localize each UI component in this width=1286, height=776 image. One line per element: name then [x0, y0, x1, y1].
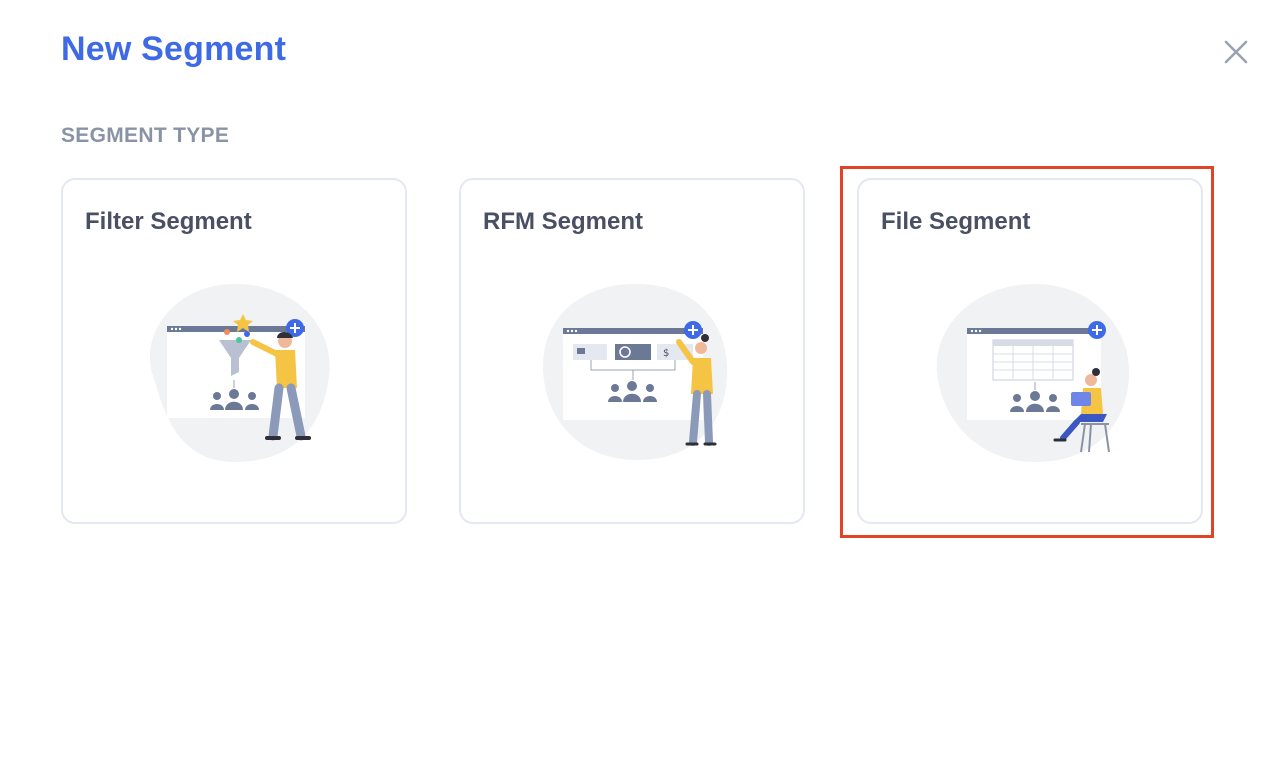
rfm-segment-illustration: $: [533, 276, 733, 466]
file-segment-card[interactable]: File Segment: [857, 178, 1203, 524]
file-segment-illustration: [931, 276, 1131, 466]
svg-text:$: $: [663, 348, 669, 359]
filter-segment-illustration: [135, 276, 335, 466]
filter-segment-card[interactable]: Filter Segment: [61, 178, 407, 524]
file-segment-title: File Segment: [881, 208, 1031, 235]
segment-type-label: SEGMENT TYPE: [61, 124, 230, 147]
filter-segment-title: Filter Segment: [85, 208, 252, 235]
rfm-segment-title: RFM Segment: [483, 208, 644, 235]
dialog-title: New Segment: [61, 30, 287, 68]
rfm-segment-card[interactable]: RFM Segment $: [459, 178, 805, 524]
close-icon[interactable]: [1220, 36, 1252, 68]
